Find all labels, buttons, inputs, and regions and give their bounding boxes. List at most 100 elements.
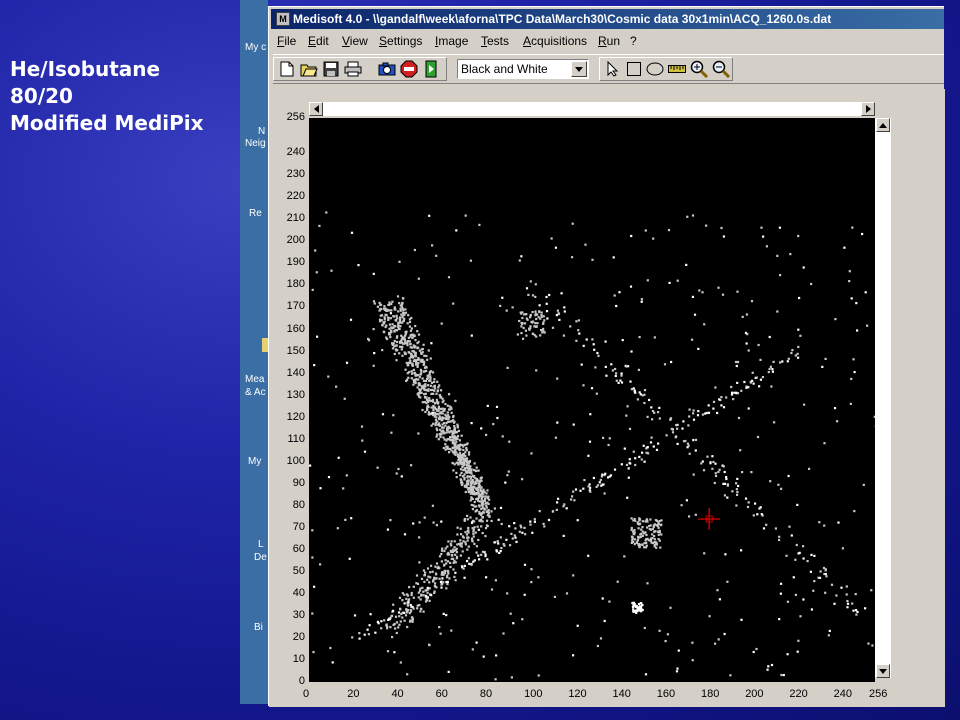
hit-pixel [797, 345, 800, 349]
hit-pixel [619, 379, 622, 382]
hit-pixel [852, 358, 855, 361]
menu-help[interactable]: ? [630, 34, 637, 48]
vertical-scrollbar[interactable] [875, 118, 891, 678]
stop-icon[interactable] [399, 59, 419, 79]
hit-pixel [406, 344, 409, 347]
menu-view[interactable]: View [342, 34, 368, 48]
hit-pixel [391, 636, 394, 639]
hit-pixel [455, 555, 459, 558]
hit-pixel [631, 536, 634, 539]
hit-pixel [553, 595, 556, 598]
hit-pixel [473, 462, 476, 465]
select-arrow-icon[interactable] [603, 59, 623, 79]
ellipse-icon[interactable] [645, 59, 665, 79]
hit-pixel [466, 530, 469, 533]
run-icon[interactable] [421, 59, 441, 79]
app-icon[interactable]: M [276, 12, 290, 26]
hit-pixel [439, 396, 442, 399]
rectangle-icon[interactable] [624, 59, 644, 79]
desktop-icon-label[interactable]: My c [245, 42, 266, 54]
hit-pixel [463, 460, 466, 463]
print-icon[interactable] [343, 59, 363, 79]
save-icon[interactable] [321, 59, 341, 79]
zoom-in-icon[interactable] [689, 59, 709, 79]
hit-pixel [556, 377, 559, 380]
desktop-icon-label[interactable]: Bi [254, 622, 263, 634]
chevron-down-icon[interactable] [571, 61, 587, 77]
desktop-icon-label[interactable]: Re [249, 208, 262, 220]
colormap-select[interactable]: Black and White [457, 59, 589, 79]
hit-pixel [469, 499, 472, 502]
desktop-icon-label[interactable]: N [258, 126, 265, 138]
hit-pixel [817, 576, 820, 579]
desktop-icon-label[interactable]: Mea [245, 374, 264, 386]
hit-pixel [420, 384, 423, 388]
hit-pixel [380, 319, 383, 322]
hit-pixel [571, 256, 574, 259]
hit-pixel [462, 469, 465, 472]
camera-icon[interactable] [377, 59, 397, 79]
hit-pixel [419, 389, 422, 392]
hit-pixel [638, 518, 642, 521]
menu-settings[interactable]: Settings [379, 34, 422, 48]
scroll-right-icon[interactable] [861, 102, 875, 116]
ruler-icon[interactable] [667, 59, 687, 79]
hit-pixel [435, 524, 438, 527]
hit-pixel [870, 589, 873, 592]
hit-pixel [851, 602, 854, 605]
hit-pixel [830, 583, 834, 586]
desktop-icon-label[interactable]: My [248, 456, 261, 468]
hit-pixel [380, 627, 383, 630]
hit-pixel [736, 360, 740, 364]
menu-acquisitions[interactable]: Acquisitions [523, 34, 587, 48]
menu-tests[interactable]: Tests [481, 34, 509, 48]
scroll-up-icon[interactable] [876, 118, 890, 132]
hit-pixel [419, 598, 422, 601]
menu-run[interactable]: Run [598, 34, 620, 48]
hit-pixel [802, 557, 805, 560]
hit-pixel [388, 309, 391, 312]
hit-pixel [388, 618, 391, 621]
hit-pixel [406, 340, 410, 343]
hit-pixel [735, 364, 738, 368]
hit-pixel [475, 481, 478, 484]
hit-pixel [426, 578, 429, 581]
hit-pixel [634, 611, 637, 614]
desktop-icon-label[interactable]: & Ac [245, 387, 266, 399]
hit-pixel [554, 246, 557, 249]
hit-pixel [383, 331, 386, 334]
hit-pixel [393, 622, 396, 626]
desktop-icon-label[interactable]: Neig [245, 138, 266, 150]
detector-image[interactable] [309, 118, 875, 682]
menu-image[interactable]: Image [435, 34, 468, 48]
hit-pixel [797, 328, 800, 331]
hit-pixel [490, 519, 493, 523]
hit-pixel [547, 518, 551, 522]
hit-pixel [485, 492, 488, 495]
hit-pixel [637, 543, 640, 546]
hit-pixel [540, 315, 543, 318]
open-folder-icon[interactable] [299, 59, 319, 79]
hit-pixel [461, 475, 465, 478]
hit-pixel [510, 676, 513, 679]
menu-edit[interactable]: Edit [308, 34, 329, 48]
hit-pixel [313, 585, 316, 588]
new-file-icon[interactable] [277, 59, 297, 79]
hit-pixel [818, 521, 821, 524]
scroll-down-icon[interactable] [876, 664, 890, 678]
desktop-icon-label[interactable]: De [254, 552, 267, 564]
hit-pixel [666, 633, 669, 636]
scroll-left-icon[interactable] [309, 102, 323, 116]
title-bar[interactable]: M Medisoft 4.0 - \\gandalf\week\aforna\T… [271, 9, 944, 29]
hit-pixel [760, 513, 763, 516]
hit-pixel [669, 606, 672, 609]
horizontal-scrollbar[interactable] [309, 102, 875, 116]
hit-pixel [798, 296, 801, 300]
zoom-out-icon[interactable] [711, 59, 731, 79]
hit-pixel [607, 443, 610, 447]
menu-file[interactable]: File [277, 34, 296, 48]
caption-line-detector: Modified MediPix [10, 111, 204, 135]
hit-pixel [653, 535, 656, 538]
hit-pixel [465, 457, 469, 460]
desktop-icon-label[interactable]: L [258, 539, 264, 551]
